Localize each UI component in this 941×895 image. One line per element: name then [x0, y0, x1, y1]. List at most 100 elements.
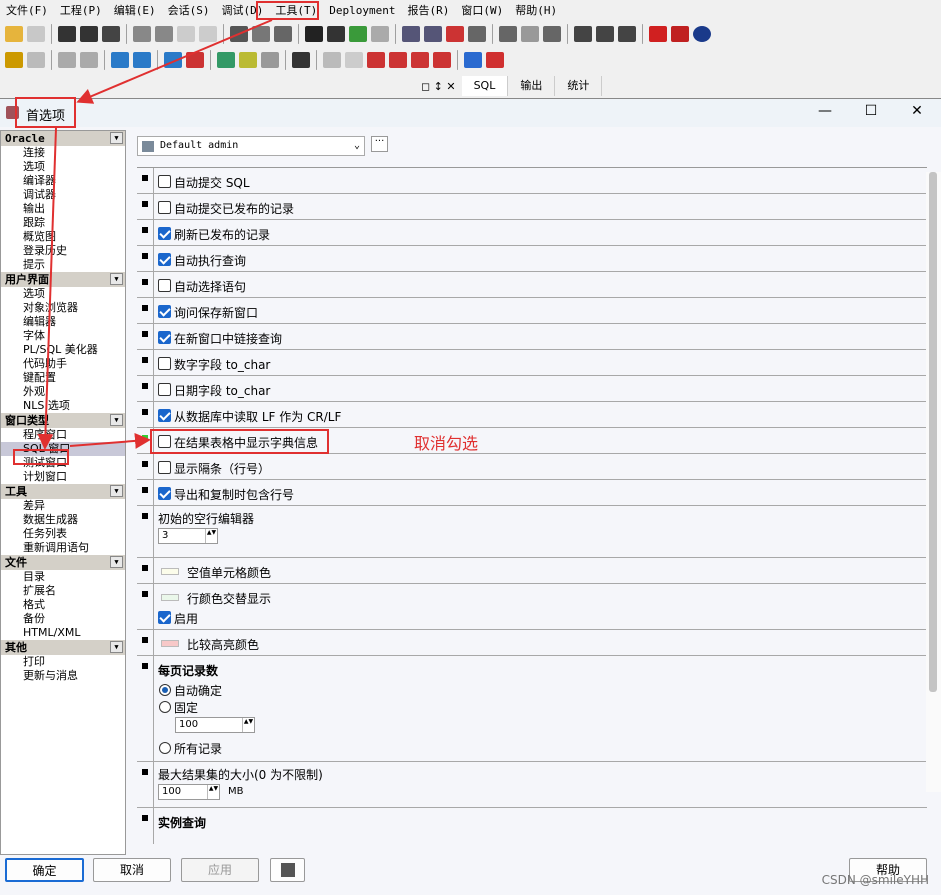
- sidebar-item[interactable]: 选项: [1, 160, 125, 174]
- tab-stats[interactable]: 统计: [555, 76, 603, 96]
- sidebar-group[interactable]: 其他 ▼: [1, 640, 125, 655]
- find-icon[interactable]: [305, 26, 323, 42]
- chevron-down-icon[interactable]: ▼: [110, 641, 123, 653]
- sidebar-item[interactable]: HTML/XML: [1, 626, 125, 640]
- bookmark-prev-icon[interactable]: [411, 52, 429, 68]
- save-as-icon[interactable]: [80, 26, 98, 42]
- scrollbar-thumb[interactable]: [929, 172, 937, 692]
- close-button[interactable]: ✕: [902, 103, 932, 119]
- sidebar-item[interactable]: 编辑器: [1, 315, 125, 329]
- load-profile-button[interactable]: [270, 858, 305, 882]
- cancel-button[interactable]: 取消: [93, 858, 171, 882]
- null-cell-color-swatch[interactable]: [161, 568, 179, 575]
- option-checkbox[interactable]: [158, 383, 171, 396]
- sidebar-item[interactable]: 任务列表: [1, 527, 125, 541]
- oracle-icon[interactable]: [649, 26, 667, 42]
- commit-icon[interactable]: [58, 52, 76, 68]
- sidebar-item[interactable]: 连接: [1, 146, 125, 160]
- sidebar-group[interactable]: 工具 ▼: [1, 484, 125, 499]
- save-all-icon[interactable]: [102, 26, 120, 42]
- sidebar-item[interactable]: 外观: [1, 385, 125, 399]
- chevron-down-icon[interactable]: ▼: [110, 273, 123, 285]
- schedule-icon[interactable]: [261, 52, 279, 68]
- indent-icon[interactable]: [402, 26, 420, 42]
- menu-edit[interactable]: 编辑(E): [108, 2, 162, 18]
- records-fixed-radio[interactable]: [159, 701, 171, 713]
- outdent-icon[interactable]: [424, 26, 442, 42]
- db-export-icon[interactable]: [186, 52, 204, 68]
- bug-icon[interactable]: [323, 52, 341, 68]
- tab-output[interactable]: 输出: [508, 76, 556, 96]
- wand-icon[interactable]: [27, 52, 45, 68]
- chevron-down-icon[interactable]: ▼: [110, 485, 123, 497]
- rollback-icon[interactable]: [80, 52, 98, 68]
- records-fixed-stepper[interactable]: 100 ▲▼: [175, 717, 255, 733]
- history-icon[interactable]: [27, 26, 45, 42]
- chevron-down-icon[interactable]: ▼: [110, 414, 123, 426]
- option-checkbox[interactable]: [158, 487, 171, 500]
- compile-icon[interactable]: [5, 52, 23, 68]
- sidebar-item[interactable]: 跟踪: [1, 216, 125, 230]
- sidebar-item[interactable]: 提示: [1, 258, 125, 272]
- sidebar-item[interactable]: 登录历史: [1, 244, 125, 258]
- sidebar-item[interactable]: 重新调用语句: [1, 541, 125, 555]
- sidebar-item[interactable]: 格式: [1, 598, 125, 612]
- ok-button[interactable]: 确定: [5, 858, 84, 882]
- option-checkbox[interactable]: [158, 253, 171, 266]
- sidebar-item[interactable]: 输出: [1, 202, 125, 216]
- sidebar-item[interactable]: PL/SQL 美化器: [1, 343, 125, 357]
- sidebar-group[interactable]: 窗口类型 ▼: [1, 413, 125, 428]
- stepper-arrows-icon[interactable]: ▲▼: [205, 529, 217, 543]
- option-checkbox[interactable]: [158, 357, 171, 370]
- sidebar-item[interactable]: 更新与消息: [1, 669, 125, 683]
- sidebar-item[interactable]: 代码助手: [1, 357, 125, 371]
- option-checkbox[interactable]: [158, 461, 171, 474]
- import-icon[interactable]: [349, 26, 367, 42]
- menu-window[interactable]: 窗口(W): [455, 2, 509, 18]
- db-icon[interactable]: [164, 52, 182, 68]
- eraser-icon[interactable]: [345, 52, 363, 68]
- sidebar-item[interactable]: 计划窗口: [1, 470, 125, 484]
- max-result-stepper[interactable]: 100 ▲▼: [158, 784, 220, 800]
- sidebar-item[interactable]: 程序窗口: [1, 428, 125, 442]
- grid-icon[interactable]: [596, 26, 614, 42]
- open-icon[interactable]: [5, 26, 23, 42]
- connect-icon[interactable]: [111, 52, 129, 68]
- option-checkbox[interactable]: [158, 331, 171, 344]
- info-icon[interactable]: [693, 26, 711, 42]
- sidebar-item[interactable]: 键配置: [1, 371, 125, 385]
- option-checkbox[interactable]: [158, 201, 171, 214]
- columns-icon[interactable]: [618, 26, 636, 42]
- pdf-icon[interactable]: [671, 26, 689, 42]
- connection-select[interactable]: Default admin ⌄: [137, 136, 365, 156]
- cut-icon[interactable]: [230, 26, 248, 42]
- menu-deployment[interactable]: Deployment: [323, 4, 401, 17]
- sidebar-item[interactable]: 选项: [1, 287, 125, 301]
- sidebar-item[interactable]: 打印: [1, 655, 125, 669]
- chevron-down-icon[interactable]: ▼: [110, 132, 123, 144]
- sidebar-group[interactable]: 文件 ▼: [1, 555, 125, 570]
- sidebar-item[interactable]: 数据生成器: [1, 513, 125, 527]
- print-setup-icon[interactable]: [155, 26, 173, 42]
- save-icon[interactable]: [58, 26, 76, 42]
- row-alt-color-swatch[interactable]: [161, 594, 179, 601]
- pin-icon[interactable]: ◻ ↕ ✕: [415, 80, 462, 93]
- undo-icon[interactable]: [177, 26, 195, 42]
- uncomment-icon[interactable]: [468, 26, 486, 42]
- arrow-right-blue-icon[interactable]: [464, 52, 482, 68]
- paste-icon[interactable]: [274, 26, 292, 42]
- redo-icon[interactable]: [199, 26, 217, 42]
- new-sql-icon[interactable]: [133, 52, 151, 68]
- menu-help[interactable]: 帮助(H): [509, 2, 563, 18]
- replace-icon[interactable]: [327, 26, 345, 42]
- chevron-down-icon[interactable]: ▼: [110, 556, 123, 568]
- option-checkbox[interactable]: [158, 227, 171, 240]
- copy-icon[interactable]: [252, 26, 270, 42]
- menu-file[interactable]: 文件(F): [0, 2, 54, 18]
- sidebar-item[interactable]: 编译器: [1, 174, 125, 188]
- minimize-button[interactable]: —: [810, 103, 840, 119]
- tools-icon[interactable]: [217, 52, 235, 68]
- stepper-arrows-icon[interactable]: ▲▼: [207, 785, 219, 799]
- sidebar-item[interactable]: 目录: [1, 570, 125, 584]
- sidebar-item[interactable]: 对象浏览器: [1, 301, 125, 315]
